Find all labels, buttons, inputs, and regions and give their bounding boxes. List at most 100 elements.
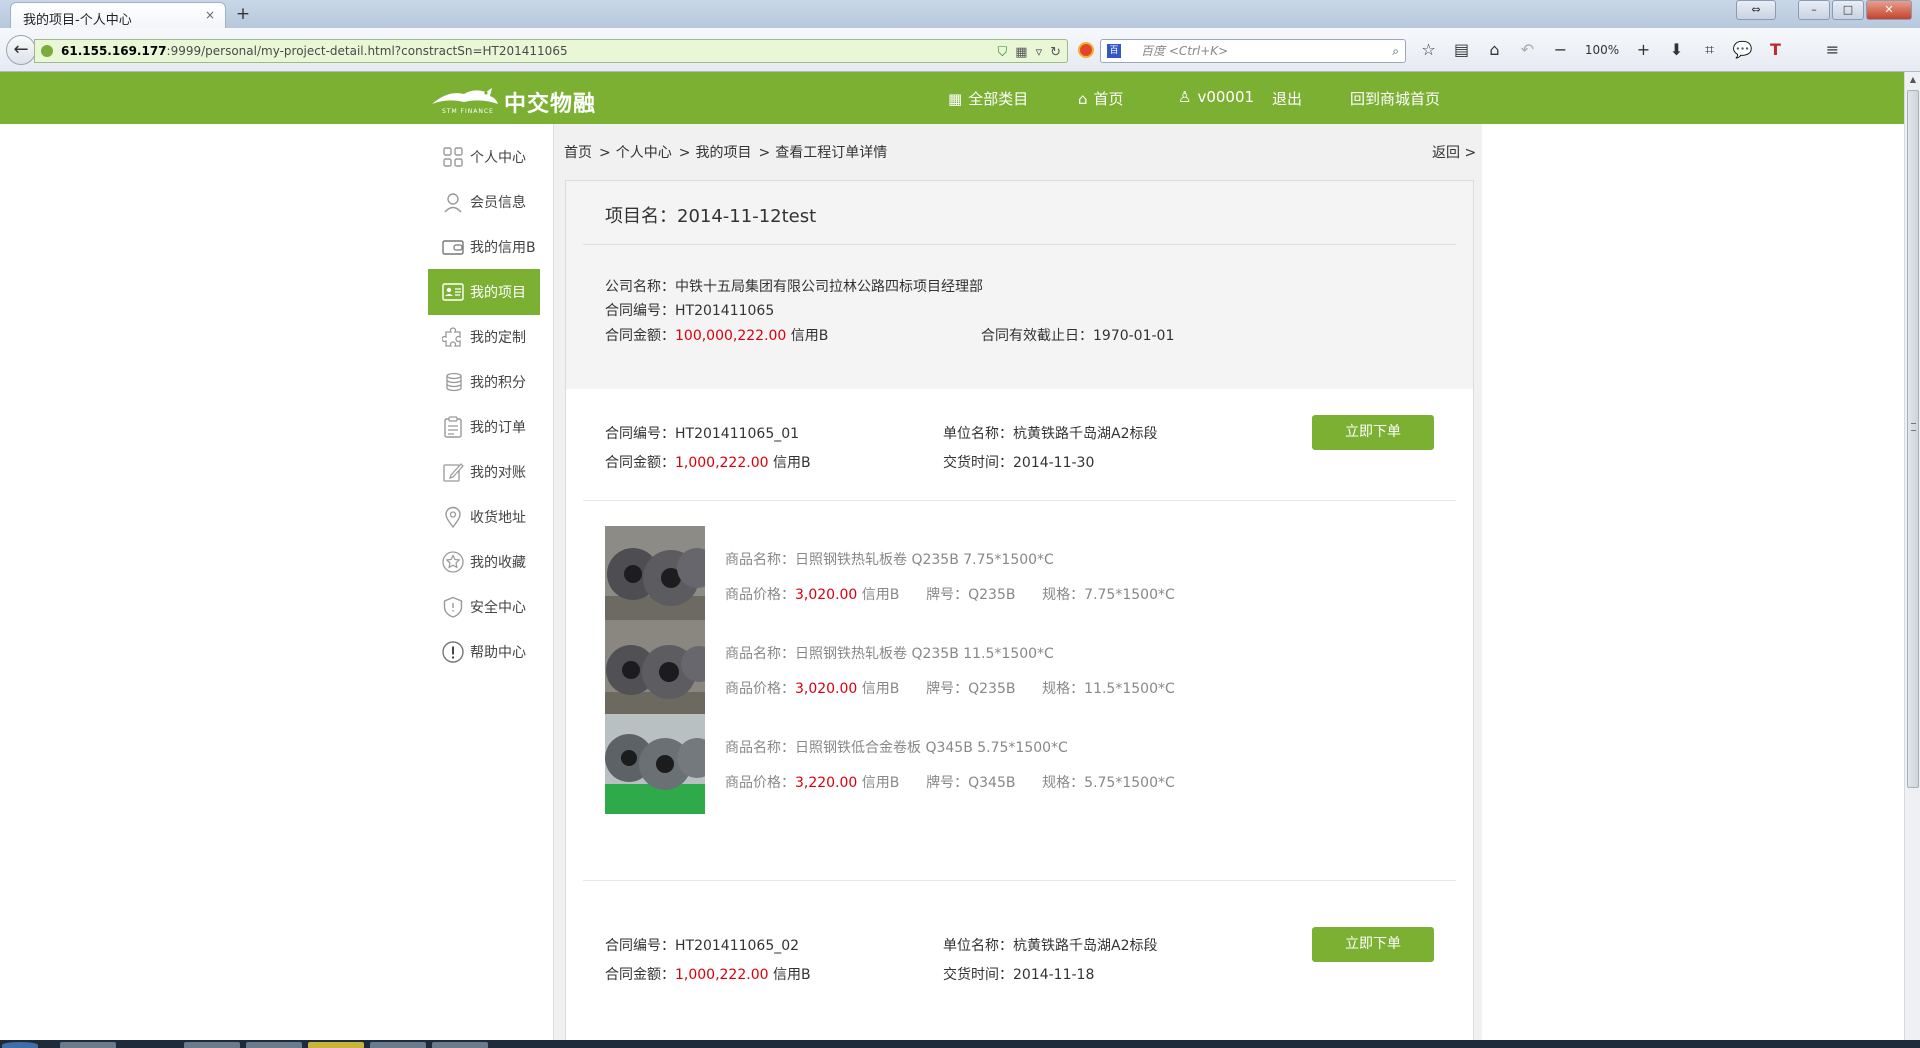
sidebar-item[interactable]: 我的收藏 bbox=[428, 539, 540, 585]
taskbar-app[interactable] bbox=[308, 1042, 364, 1048]
product-item: 商品名称：日照钢铁低合金卷板 Q345B 5.75*1500*C 商品价格：3,… bbox=[605, 714, 1445, 814]
back-link[interactable]: 返回 > bbox=[1432, 142, 1476, 162]
site-identity-icon[interactable] bbox=[41, 45, 53, 57]
taskbar-app[interactable] bbox=[432, 1042, 488, 1048]
adblock-icon[interactable] bbox=[1078, 42, 1094, 58]
product-image[interactable] bbox=[605, 714, 705, 814]
minimize-button[interactable]: – bbox=[1798, 0, 1830, 20]
product-price-label: 商品价格： bbox=[725, 775, 795, 791]
sub-contract-number-label: 合同编号： bbox=[605, 426, 675, 442]
product-name[interactable]: 商品名称：日照钢铁热轧板卷 Q235B 11.5*1500*C bbox=[725, 643, 1054, 663]
user-icon: ♙ bbox=[1178, 88, 1192, 106]
grid-icon bbox=[442, 146, 464, 168]
scroll-up-arrow-icon[interactable]: ▲ bbox=[1905, 72, 1920, 88]
tab-close-icon[interactable]: × bbox=[205, 8, 215, 22]
back-arrow-icon[interactable]: ← bbox=[6, 35, 36, 65]
sub-contract-amount-label: 合同金额： bbox=[605, 455, 675, 471]
reload-icon[interactable]: ↻ bbox=[1050, 42, 1061, 64]
menu-icon[interactable]: ≡ bbox=[1816, 40, 1849, 60]
sidebar-item[interactable]: 我的订单 bbox=[428, 404, 540, 450]
taskbar-app[interactable] bbox=[184, 1042, 240, 1048]
maximize-button[interactable]: □ bbox=[1832, 0, 1864, 20]
sidebar-item[interactable]: 个人中心 bbox=[428, 134, 540, 180]
sidebar-item[interactable]: 我的对账 bbox=[428, 449, 540, 495]
dropdown-arrow-icon[interactable]: ▿ bbox=[1036, 42, 1043, 64]
taskbar-app[interactable] bbox=[60, 1042, 116, 1048]
search-icon[interactable]: ⌕ bbox=[1392, 40, 1399, 62]
sidebar-item[interactable]: 收货地址 bbox=[428, 494, 540, 540]
search-engine-icon[interactable]: 百 bbox=[1107, 44, 1121, 58]
browser-title-bar: 我的项目-个人中心 × + ⇔ – □ ✕ bbox=[0, 0, 1920, 30]
breadcrumb: 首页 > 个人中心 > 我的项目 > 查看工程订单详情 bbox=[564, 142, 889, 162]
product-name[interactable]: 商品名称：日照钢铁低合金卷板 Q345B 5.75*1500*C bbox=[725, 737, 1068, 757]
scroll-thumb[interactable] bbox=[1907, 90, 1919, 788]
logout-link[interactable]: 退出 bbox=[1272, 88, 1302, 109]
contract-amount-value: 100,000,222.00 bbox=[675, 328, 787, 344]
sidebar-item-label: 我的定制 bbox=[470, 330, 526, 346]
security-shield-icon[interactable]: ⛉ bbox=[998, 42, 1008, 64]
all-categories-link[interactable]: ▦ 全部类目 bbox=[948, 88, 1028, 109]
home-link[interactable]: ⌂ 首页 bbox=[1078, 88, 1124, 109]
project-summary: 项目名：2014-11-12test 公司名称：中铁十五局集团有限公司拉林公路四… bbox=[566, 181, 1473, 389]
product-item: 商品名称：日照钢铁热轧板卷 Q235B 11.5*1500*C 商品价格：3,0… bbox=[605, 620, 1445, 720]
product-image[interactable] bbox=[605, 526, 705, 626]
order-now-button[interactable]: 立即下单 bbox=[1312, 415, 1434, 450]
contract-expiry-value: 1970-01-01 bbox=[1093, 328, 1175, 344]
bookmark-star-icon[interactable]: ☆ bbox=[1412, 40, 1445, 60]
taskbar-app[interactable] bbox=[246, 1042, 302, 1048]
sidebar-item[interactable]: 帮助中心 bbox=[428, 629, 540, 675]
sidebar-item-label: 我的信用B bbox=[470, 240, 536, 256]
delivery-time-label: 交货时间： bbox=[943, 455, 1013, 471]
all-categories-label: 全部类目 bbox=[968, 90, 1029, 108]
undo-icon[interactable]: ↶ bbox=[1511, 40, 1544, 60]
reading-list-icon[interactable]: ▤ bbox=[1445, 40, 1478, 60]
sidebar-item[interactable]: 我的信用B bbox=[428, 224, 540, 270]
close-window-button[interactable]: ✕ bbox=[1866, 0, 1912, 20]
taskbar-app[interactable] bbox=[370, 1042, 426, 1048]
order-now-button[interactable]: 立即下单 bbox=[1312, 927, 1434, 962]
home-label: 首页 bbox=[1093, 90, 1124, 108]
site-logo[interactable]: 中交物融 STM FINANCE bbox=[430, 82, 600, 117]
sidebar-item-label: 我的积分 bbox=[470, 375, 526, 391]
product-image[interactable] bbox=[605, 620, 705, 720]
sub-contract-amount-value: 1,000,222.00 bbox=[675, 967, 769, 983]
qr-code-icon[interactable]: ▦ bbox=[1015, 42, 1027, 64]
zoom-level[interactable]: 100% bbox=[1577, 40, 1627, 60]
delivery-time-label: 交货时间： bbox=[943, 967, 1013, 983]
sidebar-item[interactable]: 安全中心 bbox=[428, 584, 540, 630]
page-scrollbar[interactable]: ▲ bbox=[1904, 72, 1920, 1042]
product-spec: 规格：5.75*1500*C bbox=[1042, 775, 1175, 791]
crop-screenshot-icon[interactable]: ⌗ bbox=[1693, 40, 1726, 60]
zoom-in-icon[interactable]: + bbox=[1627, 40, 1660, 60]
start-button[interactable] bbox=[2, 1042, 38, 1048]
home-icon[interactable]: ⌂ bbox=[1478, 40, 1511, 60]
browser-nav-bar: ← 61.155.169.177:9999/personal/my-projec… bbox=[0, 28, 1920, 72]
sidebar-item[interactable]: 我的项目 bbox=[428, 269, 540, 315]
mall-home-link[interactable]: 回到商城首页 bbox=[1350, 88, 1440, 109]
unit-name-value: 杭黄铁路千岛湖A2标段 bbox=[1013, 426, 1158, 442]
unit-name-line: 单位名称：杭黄铁路千岛湖A2标段 bbox=[943, 935, 1157, 955]
breadcrumb-item[interactable]: 我的项目 bbox=[695, 145, 751, 161]
sidebar-item[interactable]: 会员信息 bbox=[428, 179, 540, 225]
translate-icon[interactable]: T bbox=[1759, 40, 1792, 60]
sub-contract-number-line: 合同编号：HT201411065_01 bbox=[605, 423, 799, 443]
product-name[interactable]: 商品名称：日照钢铁热轧板卷 Q235B 7.75*1500*C bbox=[725, 549, 1054, 569]
breadcrumb-item[interactable]: 首页 bbox=[564, 145, 592, 161]
product-meta: 商品价格：3,020.00 信用B 牌号：Q235B 规格：11.5*1500*… bbox=[725, 678, 1175, 698]
sidebar-item[interactable]: 我的定制 bbox=[428, 314, 540, 360]
logo-subtext: STM FINANCE bbox=[442, 108, 494, 115]
zoom-out-icon[interactable]: − bbox=[1544, 40, 1577, 60]
search-input[interactable]: 百 百度 <Ctrl+K> ⌕ bbox=[1100, 39, 1406, 63]
user-link[interactable]: ♙ v00001 bbox=[1178, 88, 1254, 106]
sub-contract-number-label: 合同编号： bbox=[605, 938, 675, 954]
restore-ghost-button[interactable]: ⇔ bbox=[1736, 0, 1776, 20]
url-bar[interactable]: 61.155.169.177:9999/personal/my-project-… bbox=[34, 39, 1068, 63]
sub-contract-amount-value: 1,000,222.00 bbox=[675, 455, 769, 471]
new-tab-button[interactable]: + bbox=[232, 4, 254, 24]
sub-contract-amount-unit: 信用B bbox=[772, 967, 811, 983]
sidebar-item[interactable]: 我的积分 bbox=[428, 359, 540, 405]
browser-tab[interactable]: 我的项目-个人中心 × bbox=[10, 2, 226, 30]
breadcrumb-item[interactable]: 个人中心 bbox=[616, 145, 672, 161]
chat-icon[interactable]: 💬 bbox=[1726, 40, 1759, 60]
download-icon[interactable]: ⬇ bbox=[1660, 40, 1693, 60]
